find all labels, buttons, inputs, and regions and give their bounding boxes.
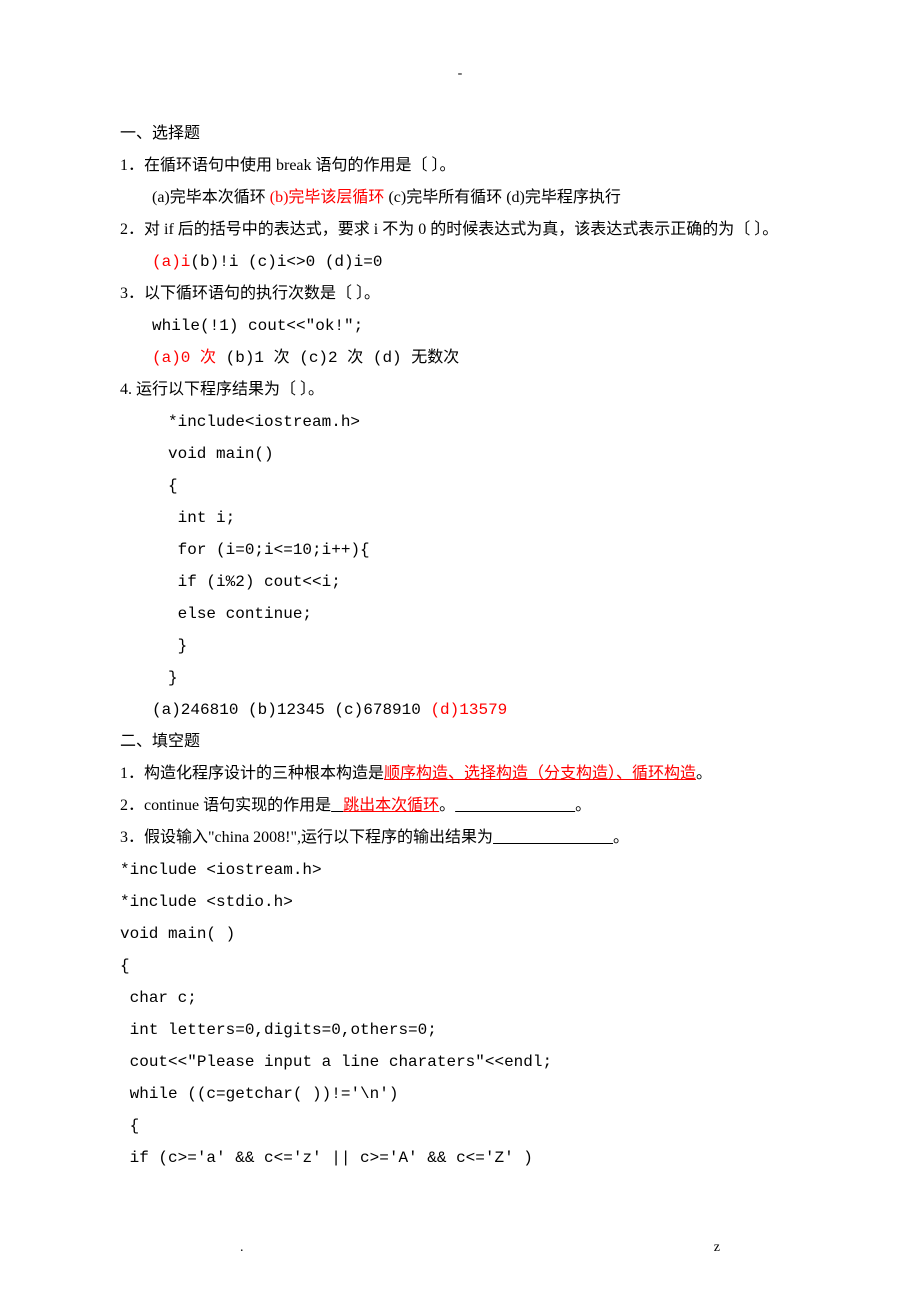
q4-code-4: for (i=0;i<=10;i++){ <box>120 534 800 566</box>
q1-opt-b: (b)完毕该层循环 <box>270 189 385 206</box>
s2-code-1: *include <stdio.h> <box>120 886 800 918</box>
s2-q2-blank2 <box>455 797 575 814</box>
q4-code-3: int i; <box>120 502 800 534</box>
s2-q2-post: 。 <box>575 797 591 814</box>
s2-code-0: *include <iostream.h> <box>120 854 800 886</box>
q4-code-8: } <box>120 662 800 694</box>
q1-stem: 1．在循环语句中使用 break 语句的作用是〔 〕。 <box>120 150 800 182</box>
q4-opt-abc: (a)246810 (b)12345 (c)678910 <box>152 701 430 719</box>
q2-options: (a)i(b)!i (c)i<>0 (d)i=0 <box>120 246 800 278</box>
s2-code-7: while ((c=getchar( ))!='\n') <box>120 1078 800 1110</box>
q3-options: (a)0 次 (b)1 次 (c)2 次 (d) 无数次 <box>120 342 800 374</box>
s2-code-3: { <box>120 950 800 982</box>
s2-code-6: cout<<"Please input a line charaters"<<e… <box>120 1046 800 1078</box>
s2-q3: 3．假设输入"china 2008!",运行以下程序的输出结果为 。 <box>120 822 800 854</box>
s2-code-2: void main( ) <box>120 918 800 950</box>
q4-stem: 4. 运行以下程序结果为〔 〕。 <box>120 374 800 406</box>
s2-code-8: { <box>120 1110 800 1142</box>
s2-q1-ans: 顺序构造、选择构造（分支构造）、循环构造 <box>384 765 696 782</box>
s2-q1-pre: 1．构造化程序设计的三种根本构造是 <box>120 765 384 782</box>
section-1-title: 一、选择题 <box>120 118 800 150</box>
s2-code-5: int letters=0,digits=0,others=0; <box>120 1014 800 1046</box>
q2-stem: 2．对 if 后的括号中的表达式，要求 i 不为 0 的时候表达式为真，该表达式… <box>120 214 800 246</box>
q1-opt-cd: (c)完毕所有循环 (d)完毕程序执行 <box>384 189 620 206</box>
q4-code-2: { <box>120 470 800 502</box>
footer-right: z <box>714 1234 720 1262</box>
q4-code-6: else continue; <box>120 598 800 630</box>
s2-q3-blank <box>493 829 613 846</box>
s2-q3-pre: 3．假设输入"china 2008!",运行以下程序的输出结果为 <box>120 829 493 846</box>
q4-code-0: *include<iostream.h> <box>120 406 800 438</box>
q3-code: while(!1) cout<<"ok!"; <box>120 310 800 342</box>
section-2-title: 二、填空题 <box>120 726 800 758</box>
s2-q3-post: 。 <box>613 829 629 846</box>
q2-opt-a: (a)i <box>152 253 190 271</box>
s2-q2-pre: 2．continue 语句实现的作用是 <box>120 797 331 814</box>
s2-q2-ans: 跳出本次循环 <box>343 797 439 814</box>
s2-q2-blank1 <box>331 797 343 814</box>
q4-code-1: void main() <box>120 438 800 470</box>
s2-q2-mid: 。 <box>439 797 455 814</box>
header-dash: - <box>120 60 800 88</box>
q4-options: (a)246810 (b)12345 (c)678910 (d)13579 <box>120 694 800 726</box>
document-page: - 一、选择题 1．在循环语句中使用 break 语句的作用是〔 〕。 (a)完… <box>0 0 920 1302</box>
s2-code-4: char c; <box>120 982 800 1014</box>
q3-opt-rest: (b)1 次 (c)2 次 (d) 无数次 <box>216 349 459 367</box>
q4-code-7: } <box>120 630 800 662</box>
q3-opt-a: (a)0 次 <box>152 349 216 367</box>
q4-code-5: if (i%2) cout<<i; <box>120 566 800 598</box>
s2-code-9: if (c>='a' && c<='z' || c>='A' && c<='Z'… <box>120 1142 800 1174</box>
s2-q1: 1．构造化程序设计的三种根本构造是顺序构造、选择构造（分支构造）、循环构造。 <box>120 758 800 790</box>
s2-q1-post: 。 <box>696 765 712 782</box>
footer: . z <box>0 1234 920 1262</box>
q3-stem: 3．以下循环语句的执行次数是〔 〕。 <box>120 278 800 310</box>
q4-opt-d: (d)13579 <box>430 701 507 719</box>
footer-left: . <box>240 1234 244 1262</box>
q2-opt-rest: (b)!i (c)i<>0 (d)i=0 <box>190 253 382 271</box>
s2-q2: 2．continue 语句实现的作用是 跳出本次循环。 。 <box>120 790 800 822</box>
q1-options: (a)完毕本次循环 (b)完毕该层循环 (c)完毕所有循环 (d)完毕程序执行 <box>120 182 800 214</box>
q1-opt-a: (a)完毕本次循环 <box>152 189 270 206</box>
